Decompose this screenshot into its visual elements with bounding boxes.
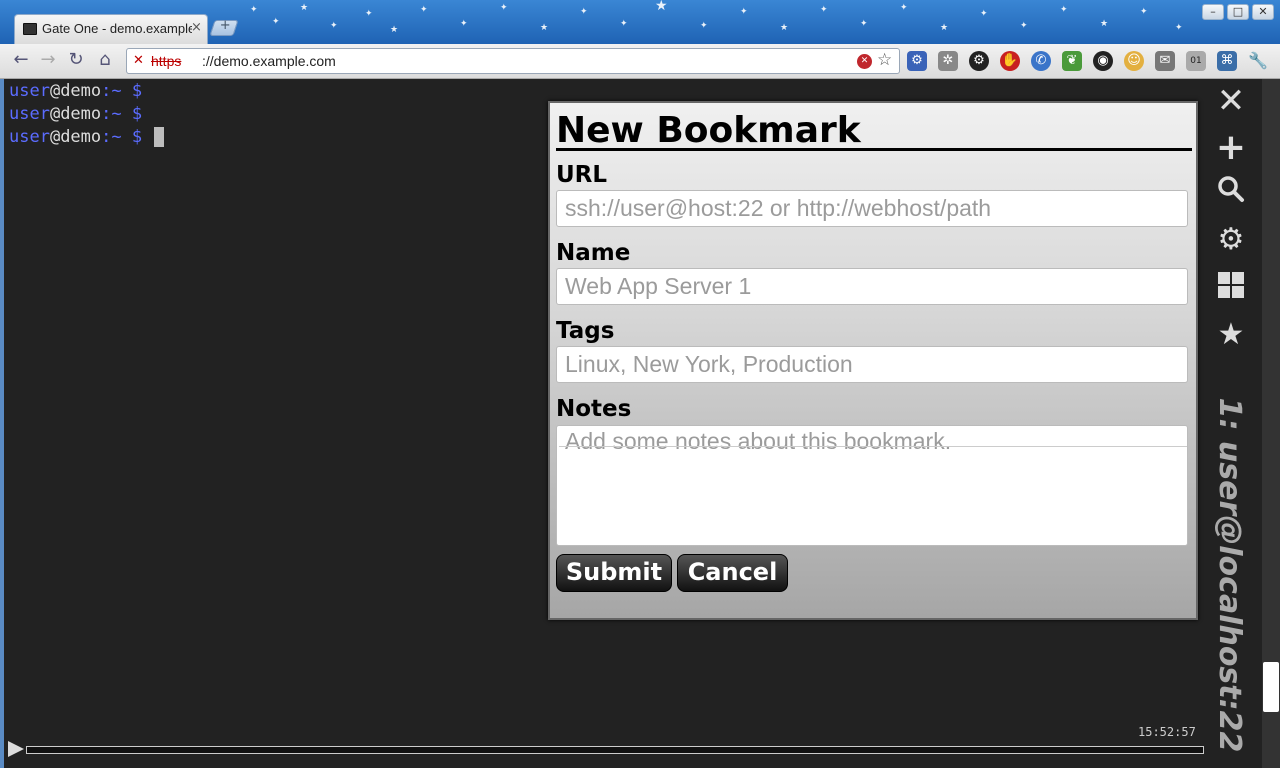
url-label: URL	[556, 162, 608, 188]
scrollbar-thumb[interactable]	[1263, 662, 1279, 712]
terminal-title: 1: user@localhost:22	[1212, 397, 1247, 753]
playback-progress-bar[interactable]	[26, 746, 1204, 754]
forward-icon[interactable]: →	[38, 49, 58, 70]
tags-label: Tags	[556, 318, 615, 344]
dialog-title: New Bookmark	[556, 107, 1192, 151]
terminal-favicon-icon	[23, 23, 37, 35]
grid-view-icon[interactable]	[1204, 272, 1258, 302]
extension-phone-icon[interactable]: ✆	[1031, 51, 1051, 71]
extension-settings-icon[interactable]: ⚙	[969, 51, 989, 71]
new-terminal-icon[interactable]: +	[1204, 127, 1258, 168]
home-icon[interactable]: ⌂	[95, 49, 115, 70]
extension-adblock-icon[interactable]: ✋	[1000, 51, 1020, 71]
bookmarks-icon[interactable]: ★	[1204, 317, 1258, 352]
search-icon[interactable]	[1204, 175, 1258, 207]
prompt-line: user@demo:~ $	[9, 104, 143, 124]
bookmark-star-icon[interactable]: ☆	[877, 50, 892, 70]
name-label: Name	[556, 240, 631, 266]
url-host: ://demo.example.com	[202, 53, 336, 69]
extension-face-icon[interactable]: ☺	[1124, 51, 1144, 71]
prompt-line: user@demo:~ $	[9, 127, 165, 147]
cancel-button[interactable]: Cancel	[677, 554, 788, 592]
new-bookmark-dialog: New Bookmark URL Name Tags Notes Submit …	[548, 101, 1198, 620]
tab-close-icon[interactable]: ×	[191, 20, 202, 35]
close-window-button[interactable]: ✕	[1252, 4, 1274, 20]
submit-button[interactable]: Submit	[556, 554, 672, 592]
tab-title: Gate One - demo.example.com	[42, 21, 192, 36]
notes-textarea[interactable]	[557, 426, 1187, 545]
extension-python-icon[interactable]: ⌘	[1217, 51, 1237, 71]
maximize-button[interactable]: □	[1227, 4, 1249, 20]
extension-binary-icon[interactable]: 01	[1186, 51, 1206, 71]
browser-tab[interactable]: Gate One - demo.example.com ×	[14, 14, 208, 44]
extension-gear-blue-icon[interactable]: ⚙	[907, 51, 927, 71]
url-protocol: https	[151, 53, 182, 69]
extension-gear-gray-icon[interactable]: ✲	[938, 51, 958, 71]
name-input[interactable]	[556, 268, 1188, 305]
new-tab-button[interactable]: +	[209, 18, 239, 36]
prompt-line: user@demo:~ $	[9, 81, 143, 101]
notes-label: Notes	[556, 396, 632, 422]
address-bar[interactable]: ✕ https ://demo.example.com ✕ ☆	[126, 48, 900, 74]
tags-input[interactable]	[556, 346, 1188, 383]
playback-clock: 15:52:57	[1138, 725, 1196, 739]
url-input[interactable]	[556, 190, 1188, 227]
wrench-menu-icon[interactable]: 🔧	[1248, 51, 1268, 71]
close-icon[interactable]: ✕	[1204, 81, 1258, 121]
minimize-button[interactable]: –	[1202, 4, 1224, 20]
broken-https-icon: ✕	[133, 53, 144, 68]
browser-toolbar: ← → ↻ ⌂ ✕ https ://demo.example.com ✕ ☆ …	[0, 44, 1280, 79]
play-icon[interactable]	[8, 741, 24, 757]
extension-evernote-icon[interactable]: ❦	[1062, 51, 1082, 71]
extension-color-wheel-icon[interactable]: ◉	[1093, 51, 1113, 71]
back-icon[interactable]: ←	[11, 49, 31, 70]
extension-mail-icon[interactable]: ✉	[1155, 51, 1175, 71]
settings-icon[interactable]: ⚙	[1204, 222, 1258, 257]
plus-icon: +	[219, 18, 231, 33]
window-titlebar: ✦ ✦ ★ ✦ ✦ ★ ✦ ✦ ✦ ★ ✦ ✦ ★ ✦ ✦ ★ ✦ ✦ ✦ ★ …	[0, 0, 1280, 44]
terminal-cursor	[154, 127, 165, 147]
notes-field	[556, 425, 1188, 546]
stop-icon[interactable]: ✕	[857, 54, 872, 69]
reload-icon[interactable]: ↻	[66, 49, 86, 70]
